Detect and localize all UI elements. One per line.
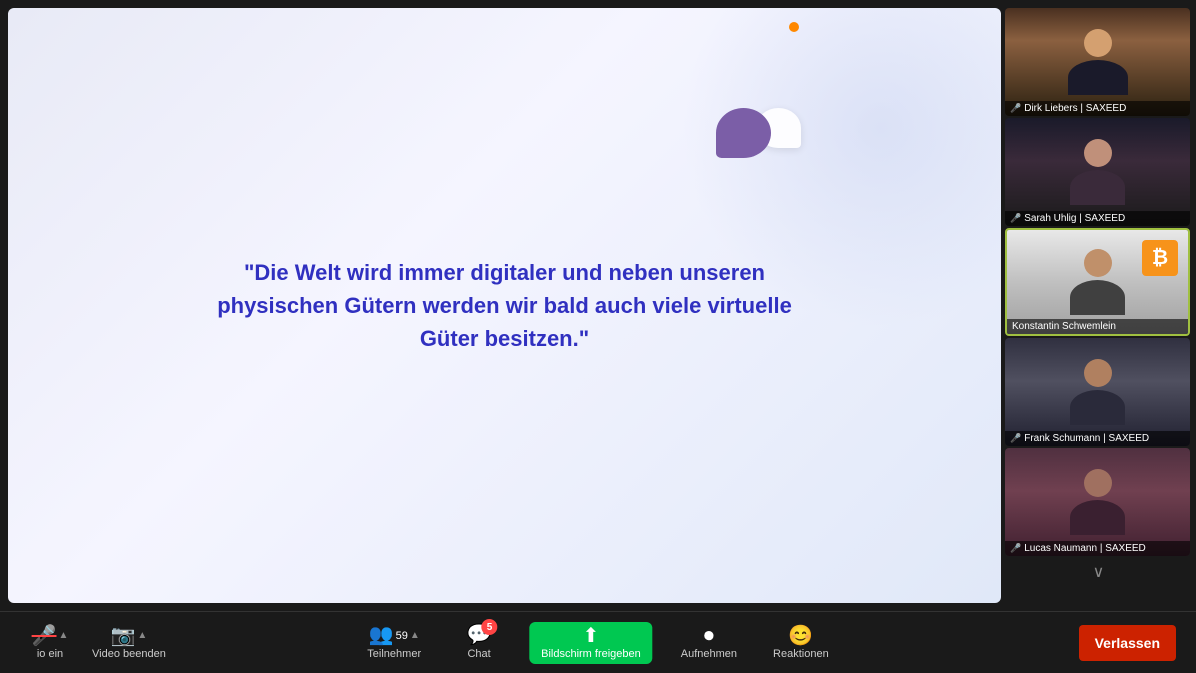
person-body-1 [1068,60,1128,95]
chat-badge-container: 💬 5 [467,625,492,646]
mic-icon: 🎤 [32,626,57,646]
participants-caret: ▲ [410,630,420,641]
person-head-3 [1084,249,1112,277]
scroll-down-button[interactable]: ∨ [1005,558,1192,586]
participant-tile-3: ₿ Konstantin Schwemlein [1005,228,1190,336]
mic-button[interactable]: 🎤 ▲ io ein [20,622,80,664]
participant-label-5: 🎤 Lucas Naumann | SAXEED [1005,541,1190,556]
record-button[interactable]: ⏺ Aufnehmen [673,622,745,664]
leave-button[interactable]: Verlassen [1079,625,1176,661]
person-silhouette-3 [1070,249,1125,315]
recording-indicator [789,22,799,32]
participants-count: 59 [396,630,408,642]
participant-label-1: 🎤 Dirk Liebers | SAXEED [1005,101,1190,116]
participant-label-2: 🎤 Sarah Uhlig | SAXEED [1005,211,1190,226]
record-icon: ⏺ [704,626,714,646]
mic-label: io ein [37,648,63,660]
person-silhouette-4 [1070,359,1125,425]
camera-icon: 📷 [111,626,136,646]
mic-btn-inner: 🎤 ▲ [32,626,69,646]
reactions-label: Reaktionen [773,648,829,660]
mic-off-icon-5: 🎤 [1010,543,1021,554]
participants-btn-inner: 👥 59 ▲ [369,625,420,646]
chat-label: Chat [467,648,490,660]
person-head-2 [1084,139,1112,167]
toolbar-right: Verlassen [1079,625,1176,661]
person-head-1 [1084,29,1112,57]
person-silhouette-1 [1068,29,1128,95]
chat-button[interactable]: 💬 5 Chat [449,621,509,664]
video-bg-4 [1005,338,1190,446]
person-body-5 [1070,500,1125,535]
participants-icon: 👥 [369,624,394,646]
reactions-button[interactable]: 😊 Reaktionen [765,622,837,664]
share-icon: ⬆ [583,626,600,646]
participants-label: Teilnehmer [367,648,421,660]
mic-off-icon-2: 🎤 [1010,213,1021,224]
presentation-area: "Die Welt wird immer digitaler und neben… [8,8,1001,603]
toolbar: 🎤 ▲ io ein 📷 ▲ Video beenden 👥 59 ▲ Teil… [0,611,1196,673]
participant-label-3: Konstantin Schwemlein [1007,319,1188,334]
person-silhouette-5 [1070,469,1125,535]
person-head-4 [1084,359,1112,387]
mic-off-icon-4: 🎤 [1010,433,1021,444]
video-label: Video beenden [92,648,166,660]
person-silhouette-2 [1070,139,1125,205]
person-body-2 [1070,170,1125,205]
participant-tile-4: 🎤 Frank Schumann | SAXEED [1005,338,1190,446]
participant-label-4: 🎤 Frank Schumann | SAXEED [1005,431,1190,446]
reactions-icon: 😊 [788,626,813,646]
share-label: Bildschirm freigeben [541,648,641,660]
chat-badge: 5 [482,619,498,635]
participant-tile-1: 🎤 Dirk Liebers | SAXEED [1005,8,1190,116]
share-screen-button[interactable]: ⬆ Bildschirm freigeben [529,622,653,664]
video-btn-inner: 📷 ▲ [111,626,148,646]
bubble-purple [716,108,771,158]
video-button[interactable]: 📷 ▲ Video beenden [84,622,174,664]
person-body-4 [1070,390,1125,425]
sidebar-participants: 🎤 Dirk Liebers | SAXEED 🎤 Sarah Uhlig | … [1001,0,1196,611]
quote-text: "Die Welt wird immer digitaler und neben… [195,236,815,375]
toolbar-center: 👥 59 ▲ Teilnehmer 💬 5 Chat ⬆ Bildschirm … [359,621,836,664]
video-bg-2 [1005,118,1190,226]
participant-tile-2: 🎤 Sarah Uhlig | SAXEED [1005,118,1190,226]
person-body-3 [1070,280,1125,315]
person-head-5 [1084,469,1112,497]
participant-tile-5: 🎤 Lucas Naumann | SAXEED [1005,448,1190,556]
participants-button[interactable]: 👥 59 ▲ Teilnehmer [359,621,429,664]
participants-badge-container: 👥 [369,625,394,646]
video-caret: ▲ [137,630,147,641]
bitcoin-icon: ₿ [1142,240,1178,276]
video-bg-5 [1005,448,1190,556]
mic-off-icon-1: 🎤 [1010,103,1021,114]
toolbar-left: 🎤 ▲ io ein 📷 ▲ Video beenden [20,622,174,664]
video-bg-1 [1005,8,1190,116]
mic-caret: ▲ [59,630,69,641]
main-area: "Die Welt wird immer digitaler und neben… [0,0,1196,611]
record-label: Aufnehmen [681,648,737,660]
logo-bubbles [716,108,801,158]
